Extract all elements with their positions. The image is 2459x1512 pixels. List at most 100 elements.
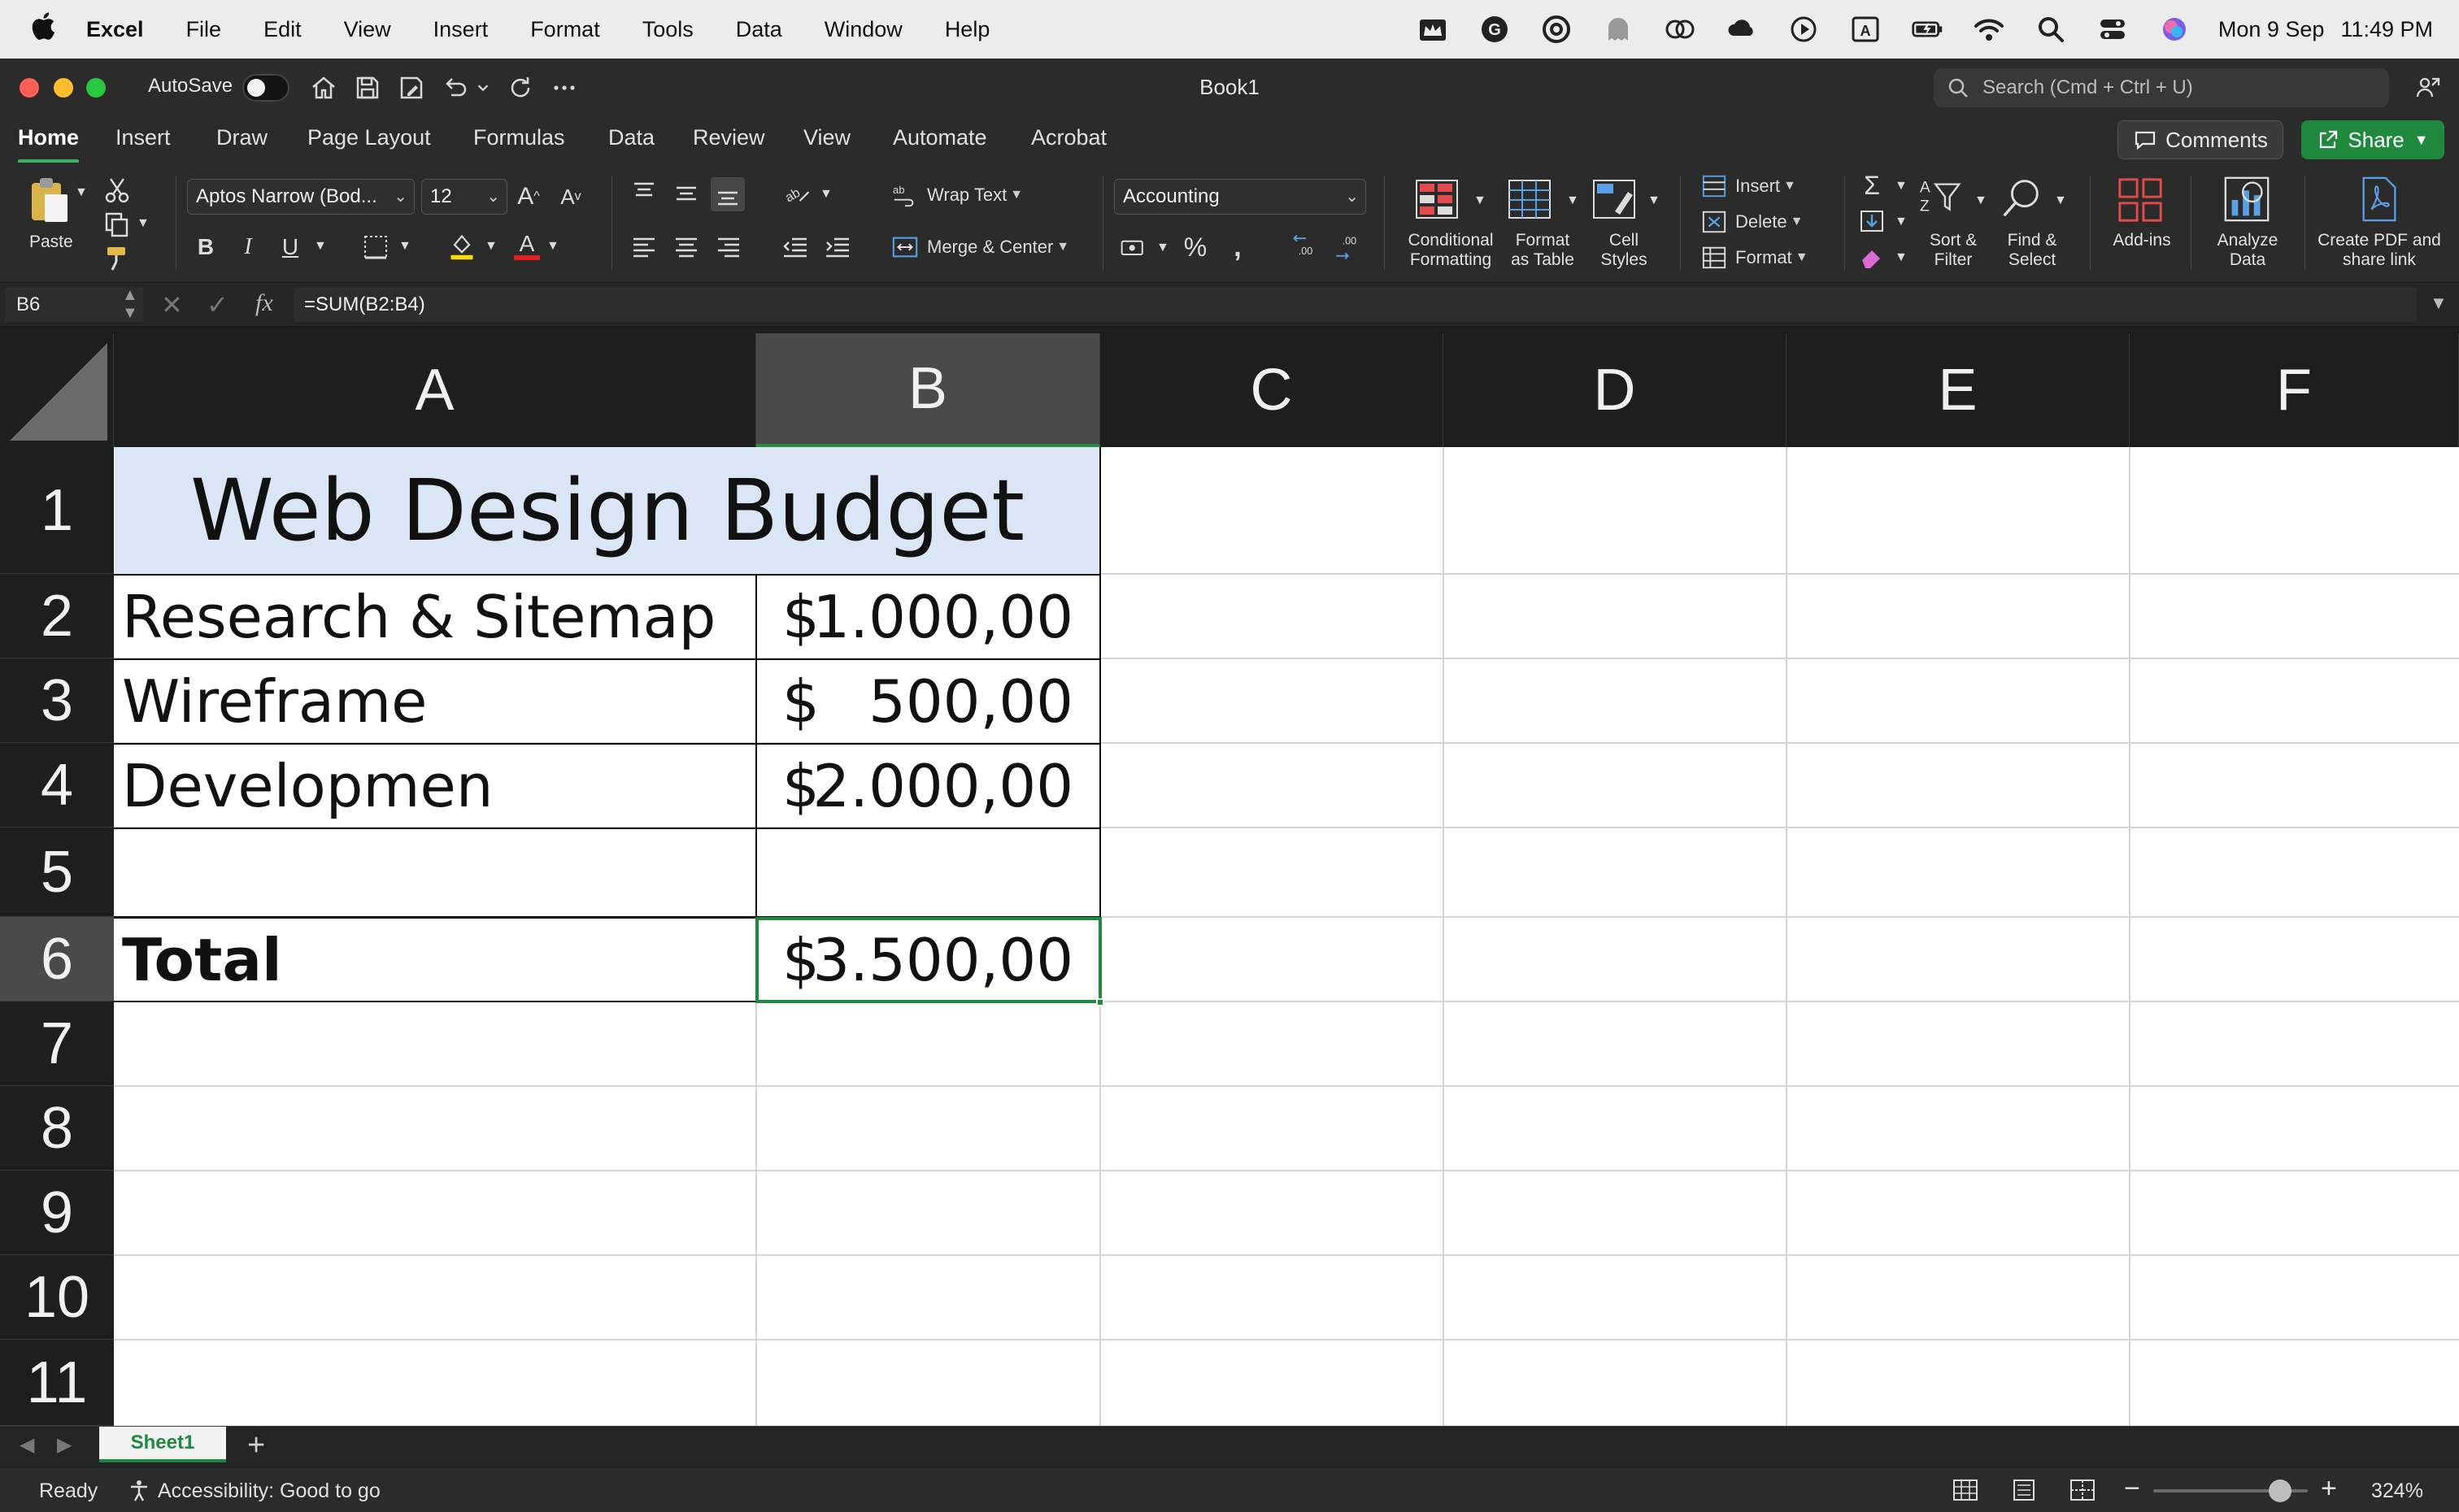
row-header-11[interactable]: 11 xyxy=(0,1340,114,1426)
apple-icon[interactable] xyxy=(31,11,63,48)
tab-home[interactable]: Home xyxy=(18,125,80,163)
status-accessibility[interactable]: Accessibility: Good to go xyxy=(158,1479,381,1503)
add-ins-icon[interactable] xyxy=(2114,174,2166,226)
row-header-3[interactable]: 3 xyxy=(0,658,114,743)
tab-data[interactable]: Data xyxy=(608,125,655,150)
wrap-text-button[interactable]: ab Wrap Text ▼ xyxy=(891,179,1023,211)
delete-cells-button[interactable]: Delete ▼ xyxy=(1701,206,1803,237)
borders-icon[interactable] xyxy=(359,231,392,263)
sort-filter-icon[interactable]: AZ xyxy=(1917,174,1966,223)
cut-icon[interactable] xyxy=(101,174,133,206)
tab-draw[interactable]: Draw xyxy=(216,125,268,150)
fill-handle[interactable] xyxy=(1096,998,1104,1006)
row-header-1[interactable]: 1 xyxy=(0,447,114,574)
accounting-format-icon[interactable] xyxy=(1117,232,1150,262)
fill-down-icon[interactable] xyxy=(1857,206,1887,236)
menu-help[interactable]: Help xyxy=(945,17,990,42)
column-header-a[interactable]: A xyxy=(114,333,756,447)
column-header-b[interactable]: B xyxy=(756,333,1100,447)
font-color-icon[interactable]: A xyxy=(511,228,543,263)
clear-chevron-icon[interactable]: ▼ xyxy=(1895,250,1908,265)
menu-tools[interactable]: Tools xyxy=(642,17,694,42)
menu-edit[interactable]: Edit xyxy=(263,17,302,42)
format-as-table-chevron-icon[interactable]: ▼ xyxy=(1566,193,1579,208)
copy-icon[interactable] xyxy=(101,208,133,241)
analyze-data-icon[interactable] xyxy=(2220,172,2274,226)
fill-chevron-icon[interactable]: ▼ xyxy=(1895,215,1908,229)
column-header-c[interactable]: C xyxy=(1100,333,1443,447)
row-header-10[interactable]: 10 xyxy=(0,1255,114,1340)
zoom-level[interactable]: 324% xyxy=(2371,1479,2423,1503)
copy-chevron-icon[interactable]: ▼ xyxy=(137,216,150,231)
paste-chevron-icon[interactable]: ▼ xyxy=(75,185,88,200)
home-icon[interactable] xyxy=(307,72,340,104)
font-size-dropdown[interactable]: 12 ⌄ xyxy=(421,179,507,215)
tab-automate[interactable]: Automate xyxy=(893,125,987,150)
battery-icon[interactable] xyxy=(1911,13,1943,46)
align-bottom-icon[interactable] xyxy=(711,177,745,211)
fill-color-icon[interactable] xyxy=(446,229,478,263)
row-header-5[interactable]: 5 xyxy=(0,828,114,917)
ghost-icon[interactable] xyxy=(1602,13,1634,46)
close-window-button[interactable] xyxy=(20,78,39,98)
zoom-window-button[interactable] xyxy=(86,78,106,98)
comma-style-icon[interactable]: , xyxy=(1223,231,1252,263)
active-cell-selection[interactable] xyxy=(755,917,1102,1003)
item-amount-cell[interactable]: 2.000,00 xyxy=(812,745,1073,828)
undo-dropdown-chevron-icon[interactable] xyxy=(473,72,493,104)
format-as-table-icon[interactable] xyxy=(1506,176,1553,223)
underline-icon[interactable]: U xyxy=(276,231,304,263)
column-header-f[interactable]: F xyxy=(2130,333,2459,447)
undo-icon[interactable] xyxy=(439,72,472,104)
add-sheet-icon[interactable]: + xyxy=(247,1428,265,1463)
crown-icon[interactable] xyxy=(1417,13,1449,46)
format-cells-button[interactable]: Format ▼ xyxy=(1701,242,1808,273)
increase-decimal-icon[interactable]: .00 xyxy=(1288,231,1321,263)
align-top-icon[interactable] xyxy=(629,179,659,208)
search-box[interactable]: Search (Cmd + Ctrl + U) xyxy=(1934,68,2389,107)
wifi-icon[interactable] xyxy=(1973,13,2005,46)
item-label-cell[interactable]: Research & Sitemap xyxy=(122,576,716,658)
decrease-indent-icon[interactable] xyxy=(781,232,810,262)
align-center-icon[interactable] xyxy=(672,232,701,262)
row-header-7[interactable]: 7 xyxy=(0,1001,114,1086)
font-color-chevron-icon[interactable]: ▼ xyxy=(546,239,559,254)
align-left-icon[interactable] xyxy=(629,232,659,262)
tab-review[interactable]: Review xyxy=(693,125,765,150)
accessibility-icon[interactable] xyxy=(127,1478,151,1502)
normal-view-icon[interactable] xyxy=(1952,1478,1979,1502)
row-header-2[interactable]: 2 xyxy=(0,574,114,658)
font-name-dropdown[interactable]: Aptos Narrow (Bod... ⌄ xyxy=(187,179,415,215)
menu-view[interactable]: View xyxy=(344,17,391,42)
share-chevron-icon[interactable]: ▼ xyxy=(2414,132,2429,149)
align-middle-icon[interactable] xyxy=(672,179,701,208)
find-select-icon[interactable] xyxy=(1997,174,2046,223)
control-center-icon[interactable] xyxy=(2096,13,2129,46)
tab-insert[interactable]: Insert xyxy=(115,125,171,150)
decrease-decimal-icon[interactable]: .00 xyxy=(1330,231,1363,263)
expand-formula-bar-icon[interactable]: ▼ xyxy=(2430,293,2448,314)
borders-chevron-icon[interactable]: ▼ xyxy=(398,239,411,254)
spreadsheet-grid[interactable]: A B C D E F 1 2 3 4 5 6 7 8 9 10 11 Web … xyxy=(0,327,2459,1426)
merge-center-button[interactable]: Merge & Center ▼ xyxy=(891,231,1069,263)
redo-icon[interactable] xyxy=(504,72,537,104)
name-box-stepper-icon[interactable]: ▲ ▼ xyxy=(122,286,138,322)
find-select-chevron-icon[interactable]: ▼ xyxy=(2054,193,2067,208)
align-right-icon[interactable] xyxy=(714,232,743,262)
create-pdf-icon[interactable] xyxy=(2355,174,2404,224)
rings-icon[interactable] xyxy=(1664,13,1696,46)
menu-file[interactable]: File xyxy=(186,17,222,42)
bold-icon[interactable]: B xyxy=(192,231,220,263)
insert-function-icon[interactable]: fx xyxy=(255,289,273,317)
creative-cloud-icon[interactable] xyxy=(1540,13,1573,46)
row-header-4[interactable]: 4 xyxy=(0,743,114,828)
minimize-window-button[interactable] xyxy=(54,78,73,98)
zoom-out-icon[interactable]: − xyxy=(2124,1473,2140,1505)
formula-input[interactable]: =SUM(B2:B4) xyxy=(294,288,2417,322)
cancel-entry-icon[interactable]: ✕ xyxy=(161,289,183,320)
item-label-cell[interactable]: Developmen xyxy=(122,745,493,828)
spotlight-search-icon[interactable] xyxy=(2035,13,2067,46)
row-header-9[interactable]: 9 xyxy=(0,1171,114,1255)
share-people-icon[interactable] xyxy=(2412,72,2444,104)
accounting-format-chevron-icon[interactable]: ▼ xyxy=(1156,241,1169,255)
